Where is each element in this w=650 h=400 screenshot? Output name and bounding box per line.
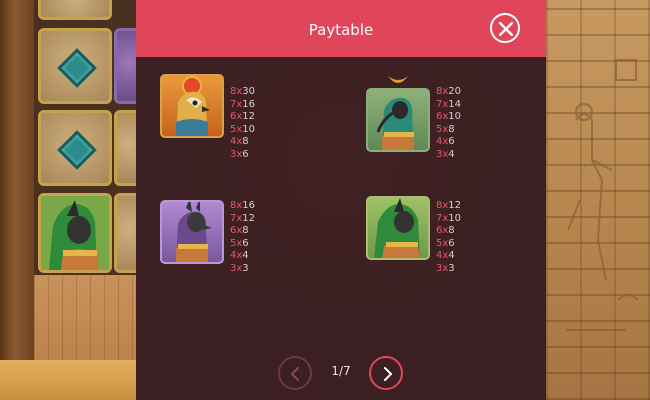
payout-row: 7x10 <box>436 212 462 224</box>
chevron-left-icon <box>291 367 299 381</box>
jackal-god-symbol <box>160 200 224 264</box>
falcon-god-icon <box>176 76 210 136</box>
reel-tile <box>38 110 112 186</box>
temple-floor-edge <box>0 360 136 400</box>
payout-row: 7x12 <box>230 212 256 224</box>
payout-row: 4x6 <box>436 136 455 147</box>
temple-pillar <box>0 0 36 400</box>
falcon-god-symbol <box>160 74 224 138</box>
cat-goddess-icon <box>374 198 420 258</box>
payout-row: 6x12 <box>230 111 256 122</box>
payout-row: 8x12 <box>436 200 462 211</box>
diamond-gem-icon <box>57 48 97 88</box>
payout-row: 7x14 <box>436 98 462 110</box>
payout-row: 7x16 <box>230 98 256 110</box>
payout-row: 3x6 <box>230 148 249 160</box>
previous-page-button[interactable] <box>278 356 312 390</box>
payout-list: 8x30 7x16 6x12 5x10 4x8 3x6 <box>230 86 255 161</box>
modal-header: Paytable <box>136 0 546 57</box>
paytable-modal: Paytable 8x30 7x16 6x12 5x10 4x8 3x6 8x2… <box>136 0 546 400</box>
crescent-moon-icon <box>388 76 408 83</box>
reel-tile <box>38 0 112 20</box>
close-icon <box>499 22 513 36</box>
payout-row: 3x3 <box>436 262 455 274</box>
payout-row: 5x10 <box>230 123 256 135</box>
hieroglyph-wall <box>546 0 650 400</box>
payout-list: 8x16 7x12 6x8 5x6 4x4 3x3 <box>230 200 255 275</box>
jackal-god-icon <box>176 202 212 262</box>
payout-list: 8x12 7x10 6x8 5x6 4x4 3x3 <box>436 200 461 275</box>
payout-list: 8x20 7x14 6x10 5x8 4x6 3x4 <box>436 86 461 161</box>
modal-title: Paytable <box>308 21 374 39</box>
payout-row: 4x8 <box>230 136 249 147</box>
payout-row: 8x30 <box>230 86 256 97</box>
payout-row: 6x8 <box>230 225 249 236</box>
cat-goddess-symbol <box>366 196 430 260</box>
payout-row: 8x16 <box>230 200 256 211</box>
reel-tile <box>38 28 112 104</box>
payout-row: 4x4 <box>230 250 249 261</box>
ibis-god-symbol <box>366 88 430 152</box>
chevron-right-icon <box>384 367 392 381</box>
slot-reels <box>34 0 144 280</box>
payout-row: 6x8 <box>436 225 455 236</box>
payout-row: 5x6 <box>436 237 455 249</box>
payout-row: 5x8 <box>436 123 455 135</box>
ibis-god-icon <box>376 97 414 150</box>
payout-row: 8x20 <box>436 86 462 97</box>
close-button[interactable] <box>490 13 520 43</box>
next-page-button[interactable] <box>369 356 403 390</box>
payout-row: 4x4 <box>436 250 455 261</box>
payout-row: 3x3 <box>230 262 249 274</box>
diamond-gem-icon <box>57 130 97 170</box>
page-indicator: 1/7 <box>331 364 351 378</box>
hieroglyph-carving-icon <box>566 59 639 331</box>
reel-tile <box>38 193 112 273</box>
cat-goddess-icon <box>41 196 109 270</box>
payout-row: 5x6 <box>230 237 249 249</box>
payout-row: 6x10 <box>436 111 462 122</box>
payout-row: 3x4 <box>436 148 455 160</box>
